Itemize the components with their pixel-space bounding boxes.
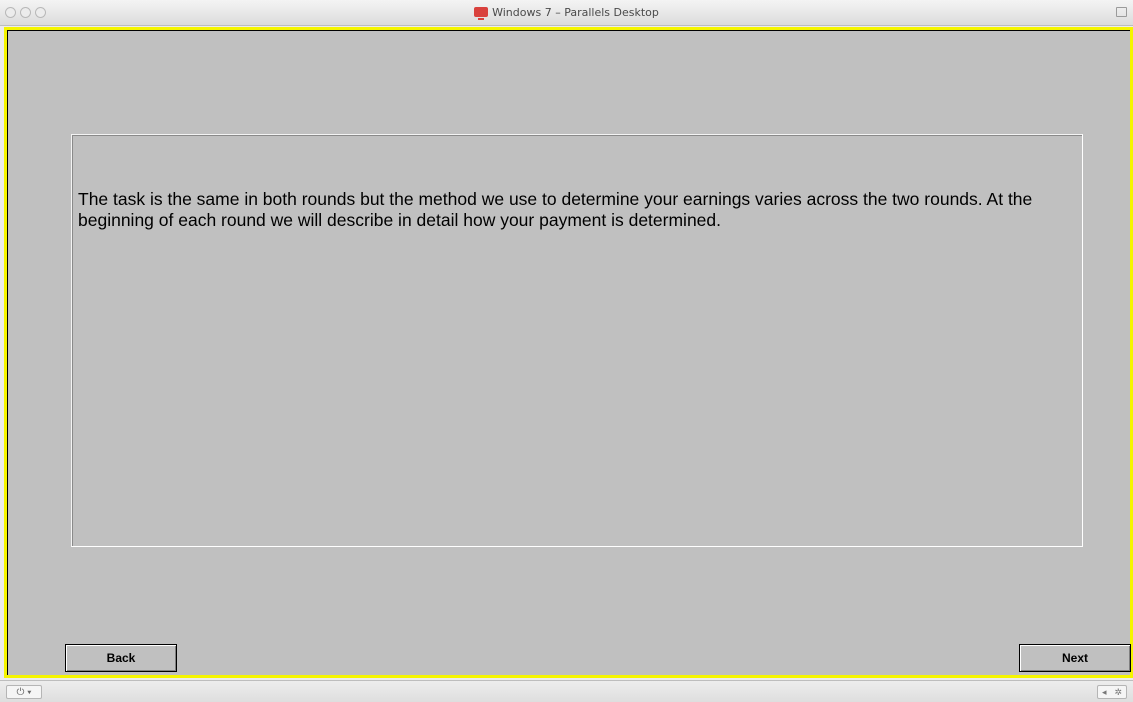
- back-button[interactable]: Back: [65, 644, 177, 672]
- instruction-text: The task is the same in both rounds but …: [78, 189, 1033, 230]
- window-title: Windows 7 – Parallels Desktop: [492, 6, 659, 19]
- monitor-icon: [474, 7, 489, 20]
- instruction-panel: The task is the same in both rounds but …: [71, 134, 1083, 547]
- power-icon[interactable]: ⏻ ▾: [6, 685, 42, 699]
- host-statusbar: ⏻ ▾ ◂ ✲: [0, 680, 1133, 702]
- window-titlebar: Windows 7 – Parallels Desktop: [0, 0, 1133, 26]
- arrow-left-icon[interactable]: ◂: [1102, 687, 1107, 698]
- fullscreen-icon[interactable]: [1116, 7, 1127, 17]
- next-button[interactable]: Next: [1019, 644, 1131, 672]
- gear-icon[interactable]: ✲: [1114, 687, 1122, 698]
- status-controls[interactable]: ◂ ✲: [1097, 685, 1127, 699]
- vm-screen: The task is the same in both rounds but …: [4, 27, 1133, 678]
- window-title-container: Windows 7 – Parallels Desktop: [0, 6, 1133, 20]
